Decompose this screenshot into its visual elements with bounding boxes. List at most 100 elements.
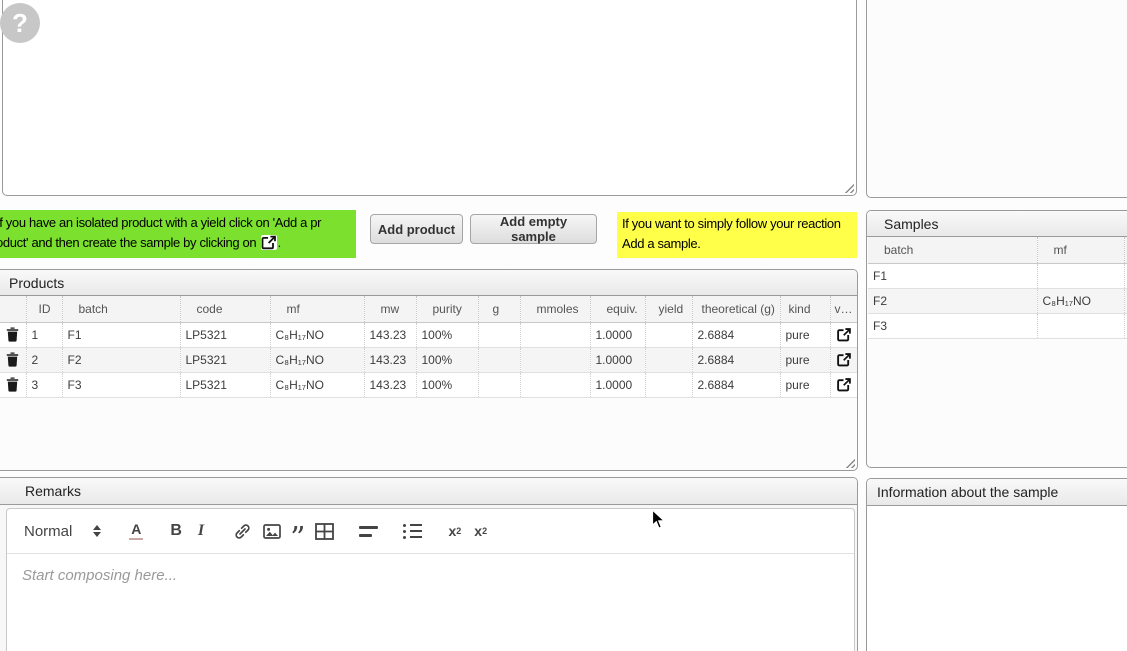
- col-id[interactable]: ID: [26, 296, 62, 322]
- cell-batch[interactable]: F2: [62, 347, 180, 372]
- top-right-panel: [866, 0, 1127, 198]
- col-kind[interactable]: kind: [780, 296, 830, 322]
- cell-equiv[interactable]: 1.0000: [590, 322, 645, 347]
- list-item[interactable]: F1: [868, 263, 1127, 288]
- cell-g[interactable]: [478, 372, 520, 397]
- col-batch[interactable]: batch: [868, 237, 1037, 263]
- cell-kind[interactable]: pure: [780, 347, 830, 372]
- cell-equiv[interactable]: 1.0000: [590, 347, 645, 372]
- col-g[interactable]: g: [478, 296, 520, 322]
- col-mf[interactable]: mf: [1037, 237, 1124, 263]
- yellow-note-line1: If you want to simply follow your reacti…: [622, 214, 852, 234]
- cell-batch[interactable]: F2: [868, 288, 1037, 313]
- cell-mmoles[interactable]: [520, 347, 590, 372]
- subscript-button[interactable]: x2: [448, 523, 461, 539]
- cell-equiv[interactable]: 1.0000: [590, 372, 645, 397]
- samples-panel-header: Samples: [867, 211, 1127, 237]
- col-equiv[interactable]: equiv.: [590, 296, 645, 322]
- cell-purity[interactable]: 100%: [416, 322, 478, 347]
- cell-purity[interactable]: 100%: [416, 347, 478, 372]
- cell-batch[interactable]: F1: [868, 263, 1037, 288]
- col-purity[interactable]: purity: [416, 296, 478, 322]
- cell-mf[interactable]: [1037, 263, 1124, 288]
- cell-mf[interactable]: C₈H₁₇NO: [1037, 288, 1124, 313]
- cell-mw[interactable]: 143.23: [364, 347, 416, 372]
- delete-row-button[interactable]: [0, 347, 26, 372]
- col-code[interactable]: code: [180, 296, 270, 322]
- text-color-button[interactable]: A: [129, 523, 143, 540]
- cell-mf[interactable]: [1037, 313, 1124, 338]
- bullet-list-icon[interactable]: [403, 524, 422, 539]
- delete-row-button[interactable]: [0, 322, 26, 347]
- cell-mmoles[interactable]: [520, 322, 590, 347]
- remarks-title: Remarks: [25, 483, 81, 499]
- cell-mmoles[interactable]: [520, 372, 590, 397]
- open-sample-button[interactable]: [830, 322, 858, 347]
- description-textarea[interactable]: [2, 0, 857, 196]
- link-icon[interactable]: [234, 523, 251, 540]
- cell-kind[interactable]: pure: [780, 372, 830, 397]
- italic-button[interactable]: I: [198, 522, 204, 540]
- cell-yield[interactable]: [645, 347, 692, 372]
- products-panel-header: Products: [0, 270, 857, 296]
- cell-g[interactable]: [478, 322, 520, 347]
- cell-id[interactable]: 3: [26, 372, 62, 397]
- open-sample-button[interactable]: [830, 372, 858, 397]
- cell-mf[interactable]: C₈H₁₇NO: [270, 347, 364, 372]
- products-header-row: ID batch code mf mw purity g mmoles equi…: [0, 296, 858, 322]
- add-empty-sample-button[interactable]: Add empty sample: [470, 214, 597, 244]
- cell-code[interactable]: LP5321: [180, 322, 270, 347]
- cell-code[interactable]: LP5321: [180, 372, 270, 397]
- cell-g[interactable]: [478, 347, 520, 372]
- cell-mw[interactable]: 143.23: [364, 372, 416, 397]
- cell-mf[interactable]: C₈H₁₇NO: [270, 372, 364, 397]
- format-select[interactable]: Normal: [24, 523, 101, 540]
- cell-mw[interactable]: 143.23: [364, 322, 416, 347]
- cell-mf[interactable]: C₈H₁₇NO: [270, 322, 364, 347]
- resize-handle-icon[interactable]: [844, 457, 855, 468]
- resize-handle-icon[interactable]: [843, 182, 854, 193]
- cell-kind[interactable]: pure: [780, 322, 830, 347]
- cell-id[interactable]: 1: [26, 322, 62, 347]
- editor-toolbar: Normal A B I ” x2 x2: [7, 509, 854, 554]
- cell-batch[interactable]: F3: [868, 313, 1037, 338]
- col-theoretical[interactable]: theoretical (g): [692, 296, 780, 322]
- cell-theoretical[interactable]: 2.6884: [692, 347, 780, 372]
- green-note-line2-wrap: oduct' and then create the sample by cli…: [0, 233, 350, 253]
- open-sample-button[interactable]: [830, 347, 858, 372]
- add-product-button[interactable]: Add product: [370, 214, 463, 244]
- cell-purity[interactable]: 100%: [416, 372, 478, 397]
- sample-info-panel-header: Information about the sample: [867, 479, 1127, 506]
- cell-id[interactable]: 2: [26, 347, 62, 372]
- col-mmoles[interactable]: mmoles: [520, 296, 590, 322]
- cell-code[interactable]: LP5321: [180, 347, 270, 372]
- editor-content[interactable]: Start composing here...: [7, 554, 854, 597]
- superscript-button[interactable]: x2: [474, 523, 487, 539]
- table-row: 1 F1 LP5321 C₈H₁₇NO 143.23 100% 1.0000 2…: [0, 322, 858, 347]
- delete-row-button[interactable]: [0, 372, 26, 397]
- col-yield[interactable]: yield: [645, 296, 692, 322]
- col-mf[interactable]: mf: [270, 296, 364, 322]
- help-icon[interactable]: ?: [0, 3, 40, 43]
- align-icon[interactable]: [359, 526, 378, 537]
- col-v[interactable]: v…: [830, 296, 858, 322]
- col-delete: [0, 296, 26, 322]
- cell-batch[interactable]: F1: [62, 322, 180, 347]
- list-item[interactable]: F3: [868, 313, 1127, 338]
- list-item[interactable]: F2 C₈H₁₇NO: [868, 288, 1127, 313]
- samples-title: Samples: [884, 216, 938, 232]
- editor-placeholder: Start composing here...: [22, 567, 177, 584]
- bold-button[interactable]: B: [170, 522, 182, 540]
- cell-theoretical[interactable]: 2.6884: [692, 322, 780, 347]
- remarks-panel-header: Remarks: [0, 478, 857, 505]
- col-batch[interactable]: batch: [62, 296, 180, 322]
- cell-yield[interactable]: [645, 372, 692, 397]
- cell-batch[interactable]: F3: [62, 372, 180, 397]
- cell-yield[interactable]: [645, 322, 692, 347]
- yellow-note-line2: Add a sample.: [622, 234, 852, 254]
- table-icon[interactable]: [315, 523, 334, 540]
- image-icon[interactable]: [263, 524, 281, 539]
- col-mw[interactable]: mw: [364, 296, 416, 322]
- products-table: ID batch code mf mw purity g mmoles equi…: [0, 296, 858, 398]
- cell-theoretical[interactable]: 2.6884: [692, 372, 780, 397]
